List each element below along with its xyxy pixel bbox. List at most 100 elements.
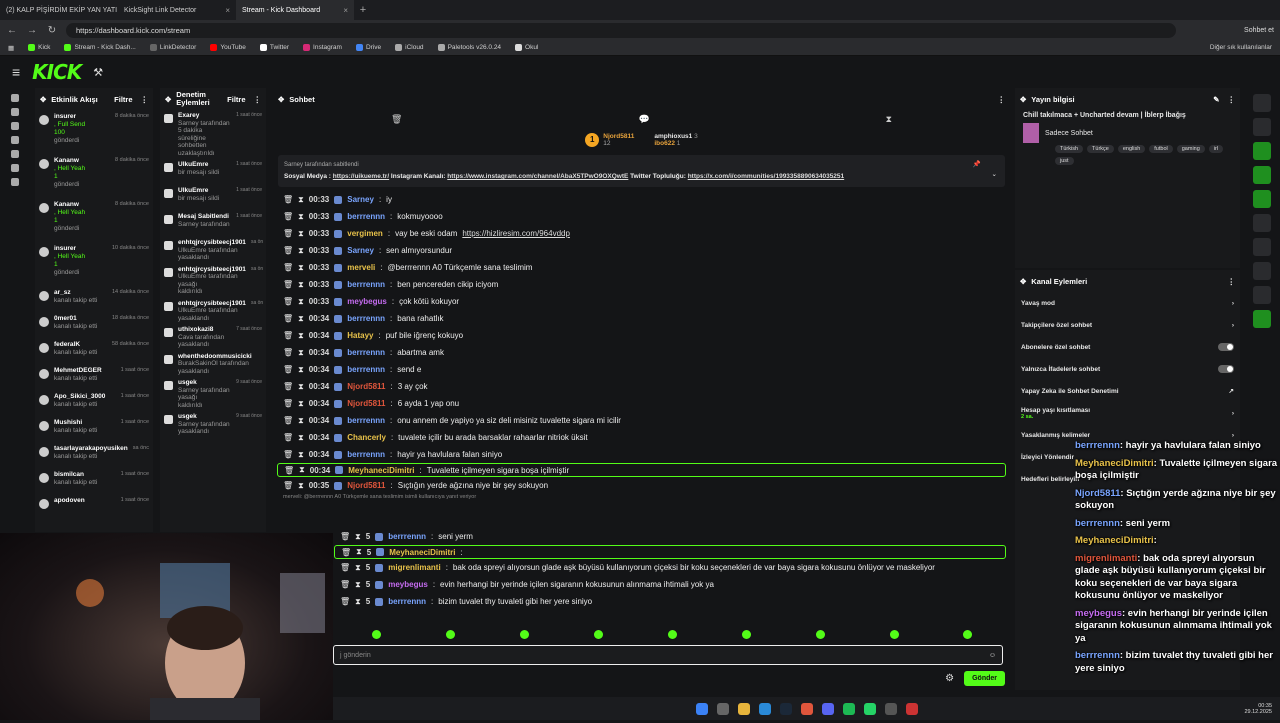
info-icon[interactable] [1253, 94, 1271, 112]
delete-icon[interactable]: 🗑 [283, 263, 293, 272]
timeout-icon[interactable]: ⧗ [355, 563, 361, 573]
obs-icon[interactable] [905, 702, 918, 715]
delete-icon[interactable]: 🗑 [283, 297, 293, 306]
chat-message[interactable]: 🗑 ⧗ 00:33 berrrennn: kokmuyoooo [273, 208, 1010, 225]
chevron-right-icon[interactable]: › [1232, 322, 1234, 329]
activity-user[interactable]: insurer [54, 113, 85, 121]
emote-icon[interactable] [594, 629, 604, 639]
mod-target[interactable]: whenthedoommusicicki [178, 353, 262, 361]
message-user[interactable]: Njord5811 [347, 399, 385, 408]
delete-icon[interactable]: 🗑 [283, 365, 293, 374]
clock[interactable]: 00:35 29.12.2025 [1244, 703, 1272, 715]
rail-icon[interactable] [11, 108, 19, 116]
bookmark-item[interactable]: Drive [355, 44, 381, 51]
activity-user[interactable]: tasarlayarakapoyusiken [54, 445, 128, 453]
delete-icon[interactable]: 🗑 [283, 382, 293, 391]
activity-user[interactable]: Kananw [54, 201, 85, 209]
timeout-icon[interactable]: ⧗ [298, 348, 304, 358]
apps-icon[interactable]: ▦ [8, 44, 14, 52]
message-user[interactable]: MeyhaneciDimitri [348, 466, 414, 475]
channel-action-row[interactable]: Hesap yaşı kısıtlaması 2 sa. › [1015, 402, 1240, 424]
stream-tag[interactable]: just [1055, 157, 1074, 165]
emote-icon[interactable] [963, 629, 973, 639]
pin-icon[interactable]: 📌 [973, 159, 981, 171]
chat-message[interactable]: 🗑 ⧗ 00:34 berrrennn: onu annem de yapiyo ya … [273, 412, 1010, 429]
activity-user[interactable]: MehmetDEGER [54, 367, 102, 375]
delete-icon[interactable]: 🗑 [283, 195, 293, 204]
chevron-right-icon[interactable]: › [1232, 432, 1234, 439]
trash-icon[interactable]: 🗑 [391, 114, 402, 125]
message-user[interactable]: Njord5811 [347, 382, 385, 391]
chat-message[interactable]: 🗑 ⧗ 00:33 vergimen: vay be eski odam https:/… [273, 225, 1010, 242]
toggle-switch[interactable] [1218, 343, 1234, 351]
chat-message[interactable]: 🗑 ⧗ 00:34 MeyhaneciDimitri: Tuvalette içilme… [277, 463, 1006, 477]
activity-user[interactable]: Apo_Sikici_3000 [54, 393, 105, 401]
drag-icon[interactable]: ✥ [165, 95, 171, 104]
emoji-icon[interactable]: ☺ [989, 652, 996, 659]
forward-icon[interactable]: → [26, 25, 38, 36]
message-user[interactable]: berrrennn [347, 450, 385, 459]
activity-user[interactable]: apodoven [54, 497, 85, 505]
delete-icon[interactable]: 🗑 [283, 450, 293, 459]
edge-icon[interactable] [758, 702, 771, 715]
discord-icon[interactable] [821, 702, 834, 715]
delete-icon[interactable]: 🗑 [283, 280, 293, 289]
chat-message[interactable]: 🗑 ⧗ 00:33 Sarney: iy [273, 191, 1010, 208]
folder-icon[interactable] [737, 702, 750, 715]
delete-icon[interactable]: 🗑 [340, 597, 350, 606]
other-bookmarks[interactable]: Diğer sık kullanılanlar [1210, 44, 1272, 51]
timeout-icon[interactable]: ⧗ [356, 547, 362, 557]
delete-icon[interactable]: 🗑 [283, 229, 293, 238]
url-field[interactable]: https://dashboard.kick.com/stream [66, 22, 1176, 38]
bookmark-item[interactable]: iCloud [395, 44, 424, 51]
app-icon[interactable] [884, 702, 897, 715]
message-user[interactable]: Sarney [347, 195, 374, 204]
external-link-icon[interactable]: ↗ [1229, 387, 1234, 395]
chat-message[interactable]: 🗑 ⧗ 00:33 Sarney: sen almıyorsundur [273, 242, 1010, 259]
chat-bubble-icon[interactable]: 💬 [638, 114, 649, 125]
channel-action-row[interactable]: Takipçilere özel sohbet › [1015, 314, 1240, 336]
activity-user[interactable]: ar_sz [54, 289, 97, 297]
mod-target[interactable]: usgek [178, 379, 231, 387]
delete-icon[interactable]: 🗑 [283, 314, 293, 323]
timeout-icon[interactable]: ⧗ [299, 465, 305, 475]
reload-icon[interactable]: ↻ [46, 25, 58, 36]
timeout-icon[interactable]: ⧗ [298, 195, 304, 205]
timeout-icon[interactable]: ⧗ [298, 280, 304, 290]
timeout-icon[interactable]: ⧗ [298, 433, 304, 443]
drag-icon[interactable]: ✥ [1020, 277, 1026, 286]
close-icon[interactable]: × [343, 6, 348, 15]
channel-action-row[interactable]: Abonelere özel sohbet [1015, 336, 1240, 358]
message-user[interactable]: Chancerly [347, 433, 386, 442]
bookmark-item[interactable]: Paletools v26.0.24 [437, 44, 501, 51]
delete-icon[interactable]: 🗑 [283, 433, 293, 442]
message-link[interactable]: https://hizliresim.com/964vddp [462, 229, 570, 238]
layout-icon[interactable] [1253, 238, 1271, 256]
chat-settings-icon[interactable]: ⚙ [945, 673, 954, 684]
chat-message[interactable]: 🗑 ⧗ 5 migrenlimanti: bak oda spreyi alıyorsu… [330, 559, 1010, 576]
emote-icon[interactable] [446, 629, 456, 639]
message-user[interactable]: vergimen [347, 229, 383, 238]
stream-tag[interactable]: english [1117, 145, 1146, 153]
more-icon[interactable]: ⋮ [1228, 95, 1236, 104]
emote-icon[interactable] [889, 629, 899, 639]
chat-message[interactable]: 🗑 ⧗ 00:33 meybegus: çok kötü kokuyor [273, 293, 1010, 310]
pinned-link[interactable]: https://uikueme.tr/ [333, 173, 389, 180]
mod-target[interactable]: usgek [178, 413, 231, 421]
timeout-icon[interactable]: ⧗ [298, 246, 304, 256]
timeout-icon[interactable]: ⧗ [298, 365, 304, 375]
leaderboard-name[interactable]: Njord5811 [603, 133, 634, 140]
delete-icon[interactable]: 🗑 [283, 212, 293, 221]
whatsapp-icon[interactable] [863, 702, 876, 715]
target-icon[interactable] [1253, 118, 1271, 136]
mod-target[interactable]: enhtqjrcysibteecj1901 [178, 300, 246, 308]
hourglass-icon[interactable]: ⧗ [886, 114, 892, 125]
hammer-icon[interactable]: ⚒ [93, 66, 103, 79]
back-icon[interactable]: ← [6, 25, 18, 36]
channel-action-row[interactable]: Yalnızca İfadelerle sohbet [1015, 358, 1240, 380]
browser-tab[interactable]: (2) KALP PİŞİRDİM EKİP YAN YATI× [0, 0, 118, 20]
pinned-link[interactable]: https://www.instagram.com/channel/AbaX5T… [447, 173, 628, 180]
message-user[interactable]: berrrennn [347, 212, 385, 221]
chat-message[interactable]: 🗑 ⧗ 00:34 Njord5811:6 ayda 1 yap onu [273, 395, 1010, 412]
emote-icon[interactable] [667, 629, 677, 639]
